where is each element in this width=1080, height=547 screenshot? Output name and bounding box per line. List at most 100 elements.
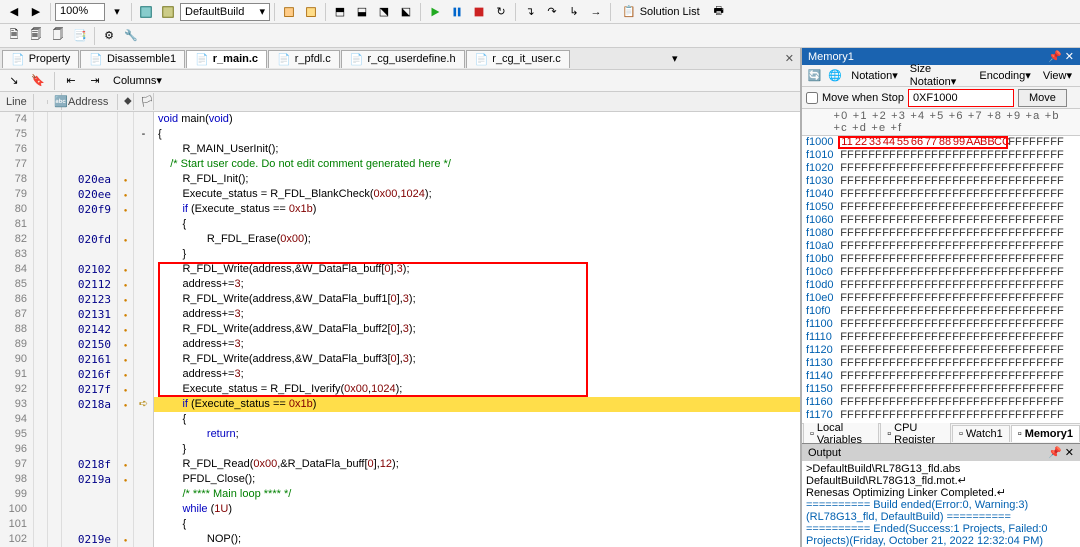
move-when-stop-checkbox[interactable] [806,92,818,104]
mem-byte[interactable]: FF [896,305,910,318]
mem-byte[interactable]: FF [854,383,868,396]
step-out-icon[interactable]: ↳ [564,2,584,22]
mem-byte[interactable]: FF [1036,344,1050,357]
mem-byte[interactable]: FF [980,396,994,409]
mem-byte[interactable]: FF [966,396,980,409]
mem-byte[interactable]: FF [952,305,966,318]
mem-byte[interactable]: FF [854,240,868,253]
mem-byte[interactable]: FF [952,357,966,370]
mem-byte[interactable]: FF [980,188,994,201]
mem-byte[interactable]: FF [868,162,882,175]
mem-byte[interactable]: FF [966,175,980,188]
mem-byte[interactable]: FF [854,227,868,240]
mem-byte[interactable]: FF [952,383,966,396]
mem-byte[interactable]: FF [1022,188,1036,201]
mem-byte[interactable]: FF [854,175,868,188]
mem-byte[interactable]: FF [1022,214,1036,227]
mem-byte[interactable]: FF [924,422,938,423]
gutter-break[interactable] [118,442,134,457]
mem-byte[interactable]: FF [896,149,910,162]
mem-byte[interactable]: FF [980,214,994,227]
mem-byte[interactable]: FF [924,383,938,396]
gutter-glyph[interactable] [48,202,62,217]
gutter-break[interactable] [118,352,134,367]
mem-byte[interactable]: FF [1008,318,1022,331]
mem-byte[interactable]: FF [882,162,896,175]
gutter-sel[interactable] [34,442,48,457]
mem-byte[interactable]: 77 [924,136,938,149]
gutter-mark[interactable] [134,532,154,547]
mem-byte[interactable]: FF [1022,149,1036,162]
gutter-sel[interactable] [34,532,48,547]
tab-disassemble1[interactable]: 📄Disassemble1 [80,50,185,68]
mem-byte[interactable]: FF [924,201,938,214]
gutter-sel[interactable] [34,172,48,187]
mem-byte[interactable]: FF [952,214,966,227]
mem-byte[interactable]: FF [938,344,952,357]
gutter-sel[interactable] [34,127,48,142]
tab-r_pfdl-c[interactable]: 📄r_pfdl.c [268,50,340,68]
mem-byte[interactable]: FF [966,149,980,162]
code-text[interactable]: PFDL_Close(); [154,472,800,487]
gutter-sel[interactable] [34,112,48,127]
code-text[interactable]: if (Execute_status == 0x1b) [154,202,800,217]
mem-byte[interactable]: FF [1022,370,1036,383]
mem-byte[interactable]: FF [868,331,882,344]
mem-byte[interactable]: FF [910,383,924,396]
code-text[interactable]: { [154,517,800,532]
mem-byte[interactable]: AA [966,136,980,149]
code-text[interactable]: R_FDL_Erase(0x00); [154,232,800,247]
mem-byte[interactable]: FF [868,318,882,331]
mem-byte[interactable]: FF [1008,331,1022,344]
gutter-glyph[interactable] [48,247,62,262]
mem-byte[interactable]: FF [882,227,896,240]
mem-byte[interactable]: FF [840,344,854,357]
mem-byte[interactable]: FF [868,266,882,279]
mem-byte[interactable]: FF [994,396,1008,409]
mem-byte[interactable]: FF [994,292,1008,305]
mem-byte[interactable]: FF [1008,149,1022,162]
gutter-sel[interactable] [34,397,48,412]
gutter-mark[interactable] [134,367,154,382]
mem-byte[interactable]: FF [994,370,1008,383]
gutter-sel[interactable] [34,367,48,382]
tb2-icon-6[interactable]: 🔧 [121,26,141,46]
mem-byte[interactable]: FF [868,188,882,201]
mem-byte[interactable]: FF [994,253,1008,266]
mem-byte[interactable]: FF [1022,318,1036,331]
mem-byte[interactable]: FF [854,214,868,227]
code-text[interactable]: R_FDL_Write(address,&W_DataFla_buff3[0],… [154,352,800,367]
gutter-glyph[interactable] [48,487,62,502]
step-into-icon[interactable]: ↴ [520,2,540,22]
mem-byte[interactable]: FF [952,149,966,162]
indent-icon[interactable]: ⇥ [85,71,105,91]
gutter-break[interactable] [118,127,134,142]
gutter-mark[interactable] [134,382,154,397]
mem-byte[interactable]: FF [868,201,882,214]
mem-byte[interactable]: FF [868,396,882,409]
gutter-sel[interactable] [34,427,48,442]
gutter-mark[interactable] [134,262,154,277]
gutter-glyph[interactable] [48,397,62,412]
mem-byte[interactable]: FF [952,279,966,292]
mem-byte[interactable]: FF [966,409,980,422]
mem-byte[interactable]: BB [980,136,994,149]
mem-byte[interactable]: FF [924,214,938,227]
mem-byte[interactable]: FF [924,279,938,292]
mem-byte[interactable]: FF [966,422,980,423]
mem-byte[interactable]: FF [910,253,924,266]
tb-back-icon[interactable]: ◀ [4,2,24,22]
mem-byte[interactable]: FF [840,370,854,383]
gutter-break[interactable] [118,307,134,322]
gutter-break[interactable] [118,517,134,532]
mem-byte[interactable]: FF [924,292,938,305]
gutter-sel[interactable] [34,412,48,427]
mem-byte[interactable]: FF [994,344,1008,357]
tab-close-icon[interactable]: ✕ [779,52,800,65]
gutter-mark[interactable] [134,322,154,337]
mem-byte[interactable]: FF [966,370,980,383]
mem-byte[interactable]: FF [924,162,938,175]
mem-byte[interactable]: FF [1008,266,1022,279]
mem-byte[interactable]: FF [1008,344,1022,357]
mem-byte[interactable]: FF [966,227,980,240]
